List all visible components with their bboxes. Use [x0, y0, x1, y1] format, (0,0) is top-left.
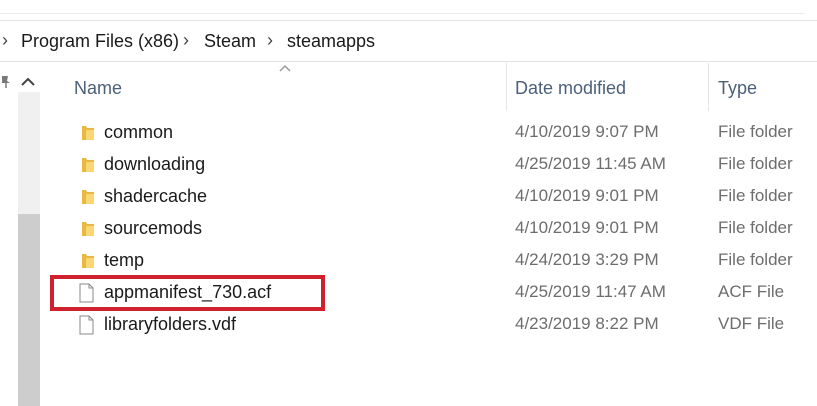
file-row[interactable]: common 4/10/2019 9:07 PM File folder: [62, 117, 817, 149]
ribbon-edge: [0, 0, 817, 21]
file-date-modified: 4/24/2019 3:29 PM: [515, 250, 659, 269]
file-date-modified: 4/10/2019 9:01 PM: [515, 186, 659, 205]
nav-scrollbar[interactable]: [18, 92, 40, 406]
breadcrumb-program-files[interactable]: Program Files (x86): [21, 30, 179, 52]
nav-scrollbar-thumb[interactable]: [18, 214, 40, 406]
address-bar[interactable]: › Program Files (x86) › Steam › steamapp…: [0, 21, 817, 62]
file-type: VDF File: [718, 314, 785, 333]
file-type: File folder: [718, 122, 793, 141]
chevron-up-icon[interactable]: [18, 74, 38, 90]
file-date-modified: 4/25/2019 11:47 AM: [515, 282, 666, 301]
file-name[interactable]: downloading: [104, 154, 205, 175]
file-name[interactable]: appmanifest_730.acf: [104, 282, 271, 303]
file-icon: [79, 283, 94, 303]
file-row[interactable]: appmanifest_730.acf 4/25/2019 11:47 AM ACF…: [62, 277, 817, 309]
file-row[interactable]: downloading 4/25/2019 11:45 AM File folder: [62, 149, 817, 181]
file-name[interactable]: shadercache: [104, 186, 207, 207]
file-row[interactable]: temp 4/24/2019 3:29 PM File folder: [62, 245, 817, 277]
file-type: ACF File: [718, 282, 785, 301]
file-icon: [79, 315, 94, 335]
file-type: File folder: [718, 154, 793, 173]
folder-icon: [82, 126, 94, 140]
chevron-right-icon[interactable]: ›: [267, 30, 273, 50]
file-name[interactable]: temp: [104, 250, 144, 271]
pin-icon[interactable]: [0, 74, 12, 88]
folder-icon: [82, 222, 94, 236]
column-header-name[interactable]: Name: [62, 63, 506, 115]
file-type: File folder: [718, 218, 793, 237]
column-header-type[interactable]: Type: [709, 63, 817, 115]
folder-icon: [82, 158, 94, 172]
file-name[interactable]: common: [104, 122, 173, 143]
file-row[interactable]: sourcemods 4/10/2019 9:01 PM File folder: [62, 213, 817, 245]
file-row[interactable]: shadercache 4/10/2019 9:01 PM File folder: [62, 181, 817, 213]
file-date-modified: 4/10/2019 9:01 PM: [515, 218, 659, 237]
breadcrumb-steam[interactable]: Steam: [204, 30, 256, 52]
folder-icon: [82, 254, 94, 268]
chevron-right-icon[interactable]: ›: [2, 30, 8, 50]
file-row[interactable]: libraryfolders.vdf 4/23/2019 8:22 PM VDF F…: [62, 309, 817, 341]
breadcrumb-steamapps[interactable]: steamapps: [287, 30, 375, 52]
column-header-date-modified[interactable]: Date modified: [507, 63, 707, 115]
file-date-modified: 4/23/2019 8:22 PM: [515, 314, 659, 333]
chevron-right-icon[interactable]: ›: [183, 30, 189, 50]
navigation-pane: [0, 62, 42, 406]
file-name[interactable]: libraryfolders.vdf: [104, 314, 236, 335]
file-date-modified: 4/10/2019 9:07 PM: [515, 122, 659, 141]
folder-icon: [82, 190, 94, 204]
file-type: File folder: [718, 250, 793, 269]
file-name[interactable]: sourcemods: [104, 218, 202, 239]
file-type: File folder: [718, 186, 793, 205]
file-date-modified: 4/25/2019 11:45 AM: [515, 154, 666, 173]
